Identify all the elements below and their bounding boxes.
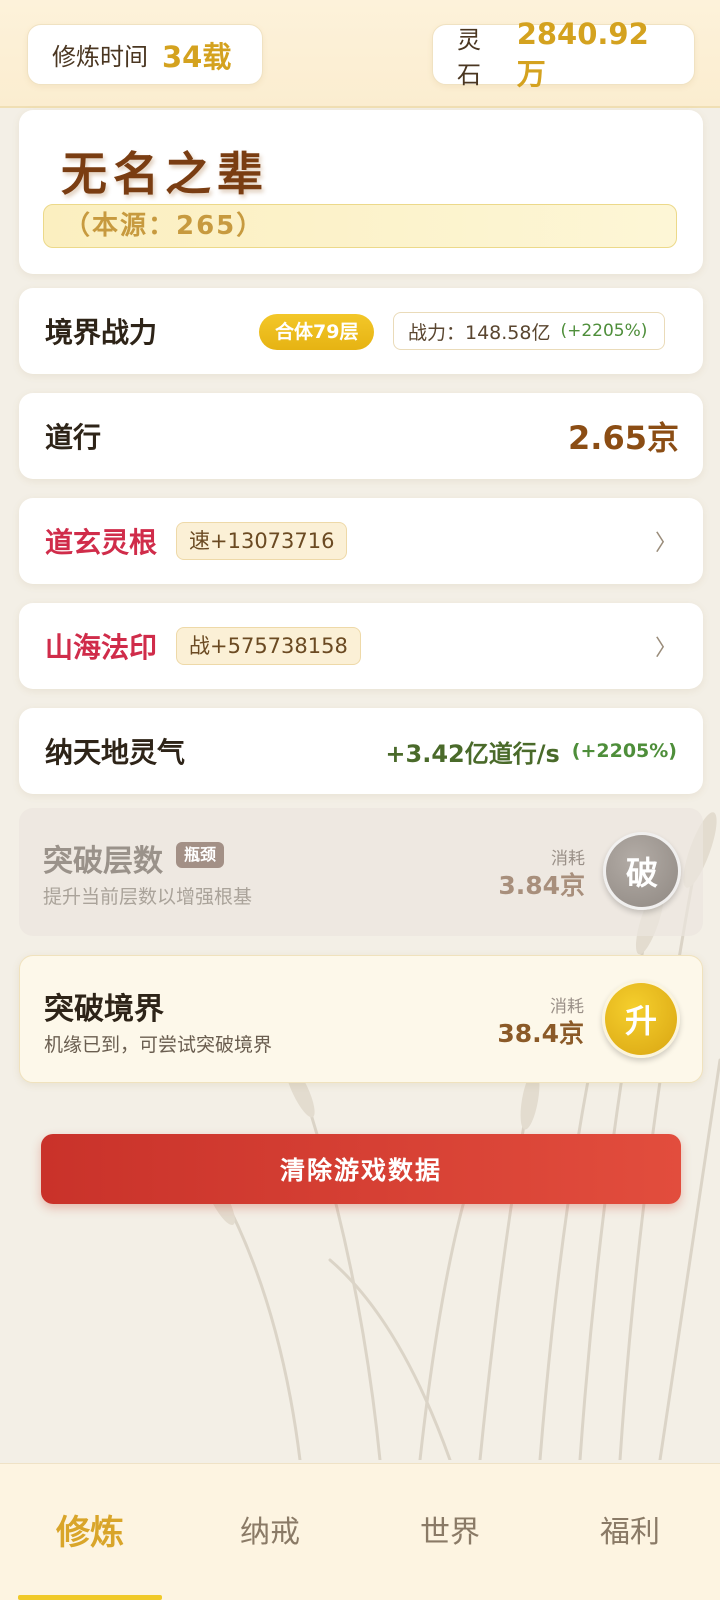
- character-name: 无名之辈: [61, 147, 269, 201]
- spirit-stone-pill: 灵石 2840.92万: [432, 17, 695, 91]
- realm-power-card: 境界战力 合体79层 战力：148.58亿 (+2205%): [19, 288, 703, 374]
- tab-welfare[interactable]: 福利: [540, 1464, 720, 1594]
- realm-level-badge: 合体79层: [259, 314, 375, 350]
- breakthrough-layers-cost-value: 3.84京: [498, 871, 585, 900]
- spirit-root-label: 道玄灵根: [45, 526, 158, 559]
- dao-card: 道行 2.65京: [19, 393, 703, 479]
- combat-power-value: 战力：148.58亿: [408, 321, 551, 344]
- dao-label: 道行: [45, 421, 102, 454]
- breakthrough-realm-desc: 机缘已到，可尝试突破境界: [44, 1034, 273, 1056]
- breakthrough-realm-card: 突破境界 机缘已到，可尝试突破境界 消耗 38.4京 升: [19, 955, 703, 1083]
- chevron-right-icon: 〉: [654, 636, 677, 661]
- bottom-tab-bar: 修炼 纳戒 世界 福利: [0, 1463, 720, 1600]
- dharma-seal-card[interactable]: 山海法印 战+575738158 〉: [19, 603, 703, 689]
- dharma-seal-label: 山海法印: [45, 631, 158, 664]
- breakthrough-layers-desc: 提升当前层数以增强根基: [43, 886, 253, 908]
- absorb-qi-rate-value: +3.42亿道行/s: [385, 739, 560, 768]
- dao-value: 2.65京: [568, 419, 679, 457]
- breakthrough-layers-title: 突破层数: [43, 844, 163, 879]
- absorb-qi-card: 纳天地灵气 +3.42亿道行/s (+2205%): [19, 708, 703, 794]
- absorb-qi-gain: (+2205%): [571, 740, 677, 762]
- clear-game-data-button[interactable]: 清除游戏数据: [41, 1134, 681, 1204]
- spirit-root-tag: 速+13073716: [176, 522, 348, 560]
- character-source: （本源：265）: [43, 204, 677, 248]
- absorb-qi-label: 纳天地灵气: [45, 736, 186, 769]
- break-layer-button[interactable]: 破: [603, 832, 681, 910]
- spirit-stone-value: 2840.92万: [516, 16, 649, 91]
- tab-world[interactable]: 世界: [360, 1464, 540, 1594]
- active-tab-indicator: [18, 1595, 162, 1600]
- realm-power-label: 境界战力: [45, 316, 158, 349]
- breakthrough-realm-cost-value: 38.4京: [497, 1019, 584, 1048]
- cultivation-time-label: 修炼时间: [52, 43, 148, 71]
- breakthrough-realm-title: 突破境界: [44, 992, 164, 1027]
- tab-cultivate[interactable]: 修炼: [0, 1464, 180, 1594]
- spirit-stone-label: 灵石: [457, 25, 481, 89]
- tab-storage-ring[interactable]: 纳戒: [180, 1464, 360, 1594]
- character-name-card: 无名之辈 （本源：265）: [19, 110, 703, 274]
- top-status-bar: 修炼时间 34载 灵石 2840.92万: [0, 0, 720, 108]
- absorb-qi-rate: +3.42亿道行/s (+2205%): [385, 708, 677, 794]
- cultivation-time-value: 34载: [162, 39, 232, 74]
- dharma-seal-tag: 战+575738158: [176, 627, 361, 665]
- bottleneck-badge: 瓶颈: [176, 842, 225, 868]
- spirit-root-card[interactable]: 道玄灵根 速+13073716 〉: [19, 498, 703, 584]
- combat-power-box: 战力：148.58亿 (+2205%): [393, 312, 665, 350]
- chevron-right-icon: 〉: [654, 531, 677, 556]
- breakthrough-layers-card: 突破层数 瓶颈 提升当前层数以增强根基 消耗 3.84京 破: [19, 808, 703, 936]
- combat-power-gain: (+2205%): [560, 321, 648, 341]
- cultivation-time-pill: 修炼时间 34载: [27, 24, 263, 85]
- ascend-realm-button[interactable]: 升: [602, 980, 680, 1058]
